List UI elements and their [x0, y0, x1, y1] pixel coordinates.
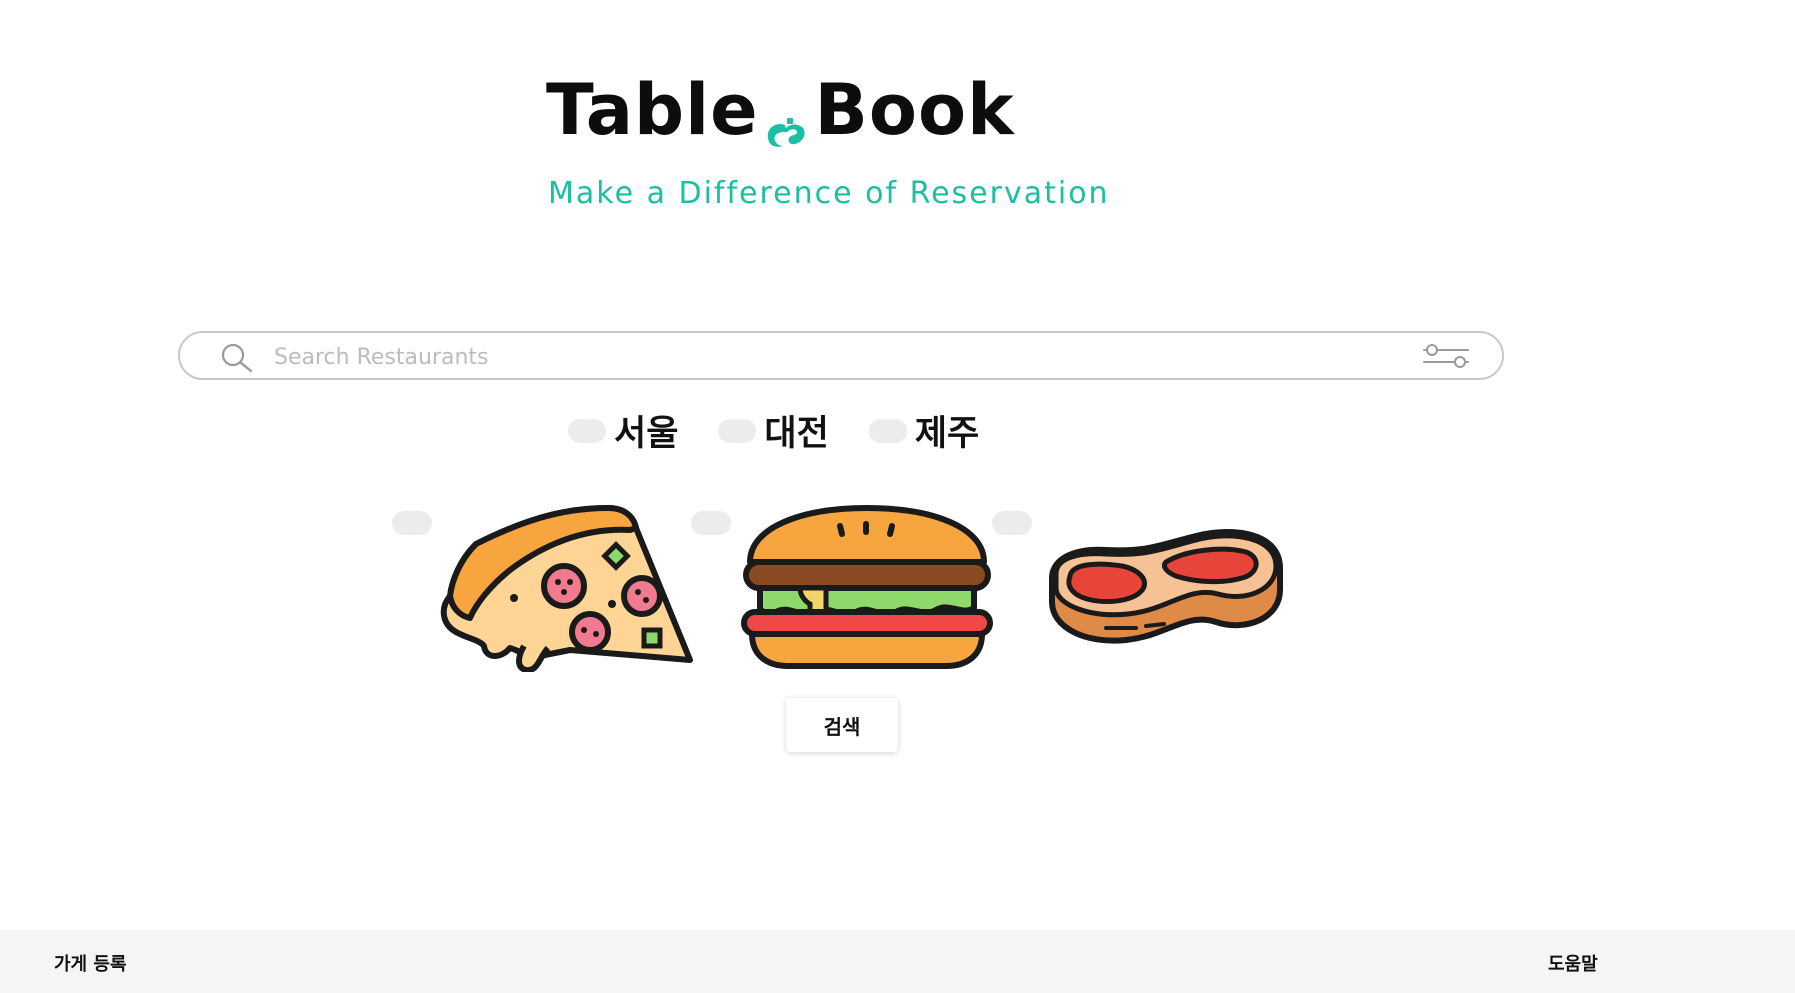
logo-mark-icon [761, 90, 811, 150]
region-option-jeju[interactable]: 제주 [868, 405, 980, 456]
region-label: 대전 [764, 414, 829, 454]
region-filter: 서울 대전 제주 [568, 405, 979, 456]
footer: 가게 등록 도움말 [0, 930, 1795, 993]
food-checkbox-steak[interactable] [992, 511, 1032, 535]
search-input[interactable] [272, 340, 1376, 375]
pizza-icon[interactable] [440, 500, 694, 676]
region-checkbox[interactable] [868, 418, 907, 443]
logo-text-left: Table [546, 69, 759, 151]
help-link[interactable]: 도움말 [1548, 950, 1598, 976]
region-checkbox[interactable] [568, 418, 606, 443]
app-logo: Table Book [546, 70, 1015, 150]
register-store-link[interactable]: 가게 등록 [54, 950, 127, 976]
filter-sliders-icon[interactable] [1420, 341, 1472, 371]
logo-text-right: Book [814, 69, 1015, 151]
steak-icon[interactable] [1046, 528, 1286, 650]
region-option-daejeon[interactable]: 대전 [718, 405, 829, 456]
food-checkbox-pizza[interactable] [392, 511, 432, 535]
tagline: Make a Difference of Reservation [548, 176, 1110, 211]
region-label: 제주 [914, 414, 980, 454]
region-option-seoul[interactable]: 서울 [568, 405, 678, 456]
search-icon [218, 342, 258, 374]
search-bar [178, 331, 1504, 380]
region-label: 서울 [614, 414, 679, 454]
burger-icon[interactable] [740, 504, 994, 674]
food-checkbox-burger[interactable] [691, 511, 731, 535]
search-button[interactable]: 검색 [786, 698, 898, 752]
region-checkbox[interactable] [718, 418, 757, 443]
